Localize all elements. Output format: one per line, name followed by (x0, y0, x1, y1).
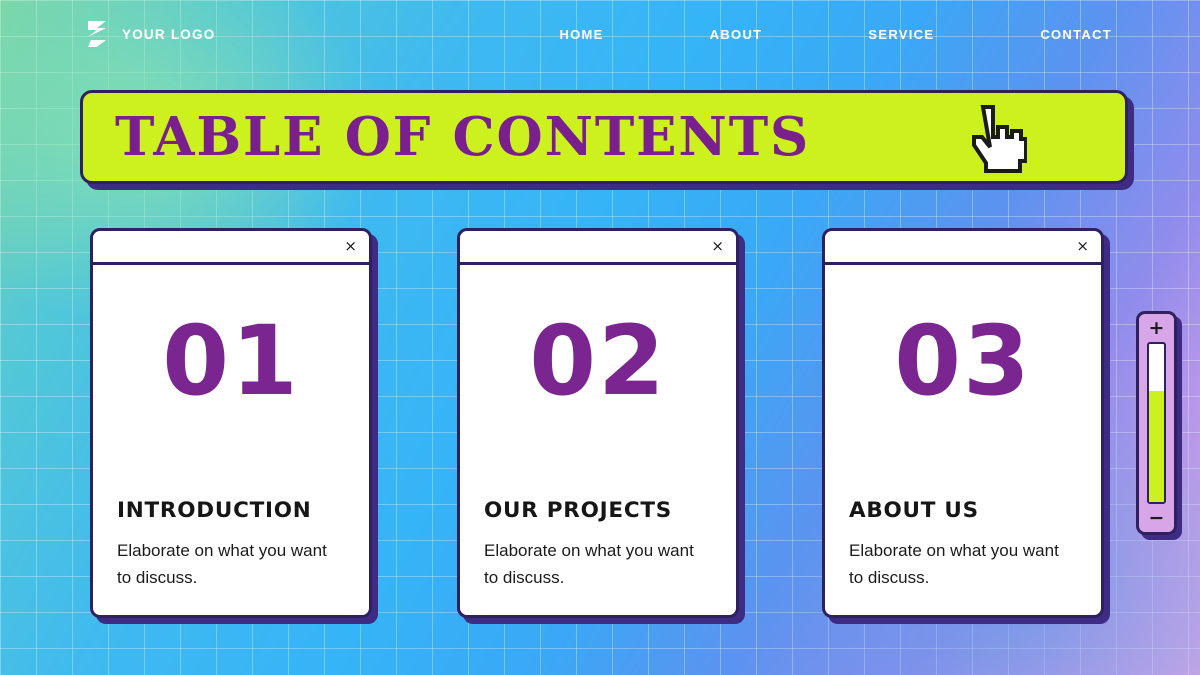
nav-link-contact[interactable]: CONTACT (1040, 27, 1112, 42)
card-number: 03 (894, 305, 1032, 417)
card-window: × 02 OUR PROJECTS Elaborate on what you … (457, 228, 739, 618)
card-body: 01 INTRODUCTION Elaborate on what you wa… (93, 265, 369, 615)
brand-logo[interactable]: YOUR LOGO (84, 19, 215, 49)
nav-link-about[interactable]: ABOUT (710, 27, 763, 42)
card-titlebar: × (825, 231, 1101, 265)
card-window: × 03 ABOUT US Elaborate on what you want… (822, 228, 1104, 618)
contents-card-03[interactable]: × 03 ABOUT US Elaborate on what you want… (822, 228, 1110, 624)
card-number: 02 (529, 305, 667, 417)
vertical-slider[interactable]: + − (1136, 311, 1177, 535)
card-description: Elaborate on what you want to discuss. (849, 540, 1059, 587)
card-body: 02 OUR PROJECTS Elaborate on what you wa… (460, 265, 736, 615)
plus-icon[interactable]: + (1149, 318, 1165, 337)
card-heading: INTRODUCTION (117, 497, 312, 523)
slider-track[interactable] (1147, 342, 1166, 504)
card-description: Elaborate on what you want to discuss. (117, 540, 327, 587)
minus-icon[interactable]: − (1149, 508, 1165, 527)
close-icon[interactable]: × (711, 239, 724, 254)
pointer-hand-cursor-icon (965, 101, 1028, 184)
slide-canvas: YOUR LOGO HOME ABOUT SERVICE CONTACT TAB… (0, 0, 1200, 675)
title-bar: TABLE OF CONTENTS (80, 90, 1128, 184)
close-icon[interactable]: × (1076, 239, 1089, 254)
contents-card-01[interactable]: × 01 INTRODUCTION Elaborate on what you … (90, 228, 378, 624)
card-description: Elaborate on what you want to discuss. (484, 540, 694, 587)
card-titlebar: × (93, 231, 369, 265)
nav-link-home[interactable]: HOME (559, 27, 603, 42)
card-window: × 01 INTRODUCTION Elaborate on what you … (90, 228, 372, 618)
contents-card-02[interactable]: × 02 OUR PROJECTS Elaborate on what you … (457, 228, 745, 624)
slider-fill (1149, 391, 1164, 502)
card-heading: OUR PROJECTS (484, 497, 673, 523)
card-heading: ABOUT US (849, 497, 979, 523)
zigzag-logo-icon (84, 19, 110, 49)
card-body: 03 ABOUT US Elaborate on what you want t… (825, 265, 1101, 615)
close-icon[interactable]: × (344, 239, 357, 254)
card-titlebar: × (460, 231, 736, 265)
page-title: TABLE OF CONTENTS (115, 105, 811, 168)
nav-link-service[interactable]: SERVICE (868, 27, 934, 42)
card-number: 01 (162, 305, 300, 417)
brand-logo-text: YOUR LOGO (122, 26, 216, 42)
top-navigation-bar: YOUR LOGO HOME ABOUT SERVICE CONTACT (0, 0, 1200, 68)
nav-links: HOME ABOUT SERVICE CONTACT (559, 27, 1112, 42)
